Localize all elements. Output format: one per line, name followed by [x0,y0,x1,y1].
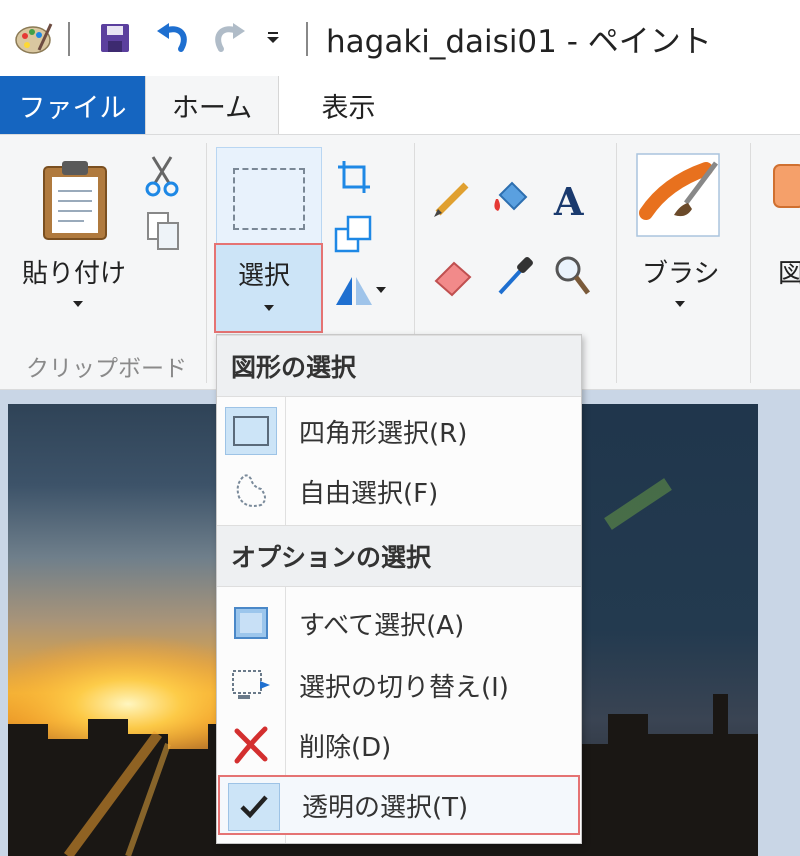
rotate-icon[interactable] [332,273,388,311]
menu-header-option-selection: オプションの選択 [217,525,581,587]
eraser-icon[interactable] [432,257,474,301]
invert-selection-icon [225,661,277,709]
fill-bucket-icon[interactable] [490,177,532,223]
window-title: hagaki_daisi01 - ペイント [326,24,712,60]
pencil-icon[interactable] [432,179,472,223]
color-picker-icon[interactable] [494,255,534,301]
menu-item-transparent-selection[interactable]: 透明の選択(T) [218,775,580,835]
title-separator [306,22,308,56]
menu-item-label: 自由選択(F) [299,478,439,509]
menu-item-label: 透明の選択(T) [302,792,469,823]
menu-header-shape-selection: 図形の選択 [217,335,581,397]
magnifier-icon[interactable] [552,253,592,301]
cut-icon[interactable] [145,155,179,201]
title-bar: hagaki_daisi01 - ペイント [0,0,800,76]
free-form-select-icon [225,467,277,515]
text-icon[interactable]: A [552,179,592,225]
customize-quick-access-icon[interactable] [258,18,288,58]
menu-item-label: 選択の切り替え(I) [299,672,509,703]
group-separator [750,143,751,383]
menu-item-label: すべて選択(A) [299,610,465,641]
svg-text:A: A [553,181,584,221]
menu-item-label: 四角形選択(R) [299,418,468,449]
rectangle-select-icon [225,407,277,455]
redo-icon[interactable] [206,18,252,58]
menu-item-delete[interactable]: 削除(D) [217,715,581,775]
brush-icon[interactable] [636,153,720,241]
clipboard-paste-icon[interactable] [40,157,110,245]
resize-icon[interactable] [334,215,372,257]
copy-icon[interactable] [146,211,180,255]
group-separator [206,143,207,383]
paste-dropdown-arrow[interactable] [73,301,83,307]
shapes-label[interactable]: 図 [778,253,800,290]
select-dropdown-arrow [264,305,274,311]
group-separator [616,143,617,383]
paint-app-icon[interactable] [8,18,58,58]
crop-icon[interactable] [336,159,372,199]
ribbon-tabs: ファイル ホーム 表示 [0,76,800,134]
brush-label[interactable]: ブラシ [642,253,719,290]
title-separator [68,22,70,56]
tab-view[interactable]: 表示 [286,76,411,134]
menu-item-free-form-select[interactable]: 自由選択(F) [217,461,581,521]
tab-home[interactable]: ホーム [145,76,279,134]
select-button-top[interactable] [216,147,322,253]
save-icon[interactable] [92,18,138,58]
checkmark-icon [228,783,280,831]
menu-item-invert-selection[interactable]: 選択の切り替え(I) [217,655,581,715]
clipboard-group-label: クリップボード [26,356,187,382]
menu-item-rectangle-select[interactable]: 四角形選択(R) [217,401,581,461]
shapes-icon[interactable] [772,161,800,215]
select-dropdown-button[interactable]: 選択 [214,243,323,333]
rectangle-select-preview-icon [233,168,305,230]
select-label: 選択 [238,261,291,291]
select-all-icon [225,599,277,647]
delete-icon [225,721,277,769]
undo-icon[interactable] [150,18,196,58]
menu-item-label: 削除(D) [299,732,392,763]
brush-dropdown-arrow[interactable] [675,301,685,307]
menu-item-select-all[interactable]: すべて選択(A) [217,593,581,653]
select-dropdown-menu: 図形の選択 四角形選択(R) 自由選択(F) オプションの選択 すべて選択(A)… [216,334,582,844]
paste-label[interactable]: 貼り付け [22,253,126,290]
tab-file[interactable]: ファイル [0,76,145,134]
